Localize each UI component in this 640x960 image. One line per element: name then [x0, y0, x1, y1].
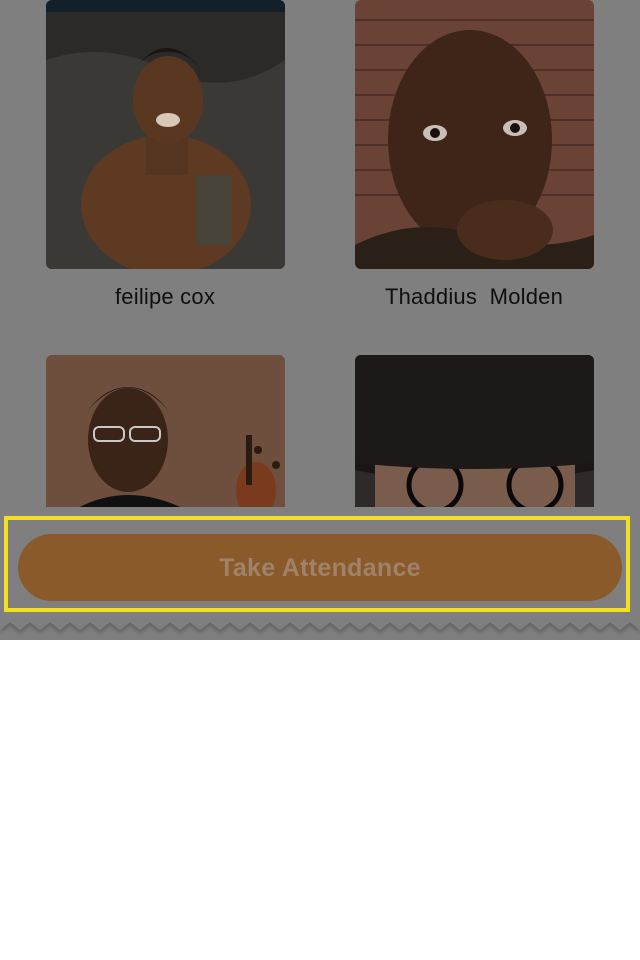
torn-edge — [0, 618, 640, 630]
attendance-screen: feilipe cox Thaddius Molden Take Attenda… — [0, 0, 640, 960]
highlight-box — [4, 516, 630, 612]
student-photo[interactable] — [46, 355, 285, 515]
student-photo[interactable] — [355, 355, 594, 515]
student-photo[interactable] — [46, 0, 285, 269]
student-name: feilipe cox — [114, 284, 216, 309]
student-photo[interactable] — [355, 0, 594, 269]
student-name: Thaddius Molden — [384, 284, 564, 309]
